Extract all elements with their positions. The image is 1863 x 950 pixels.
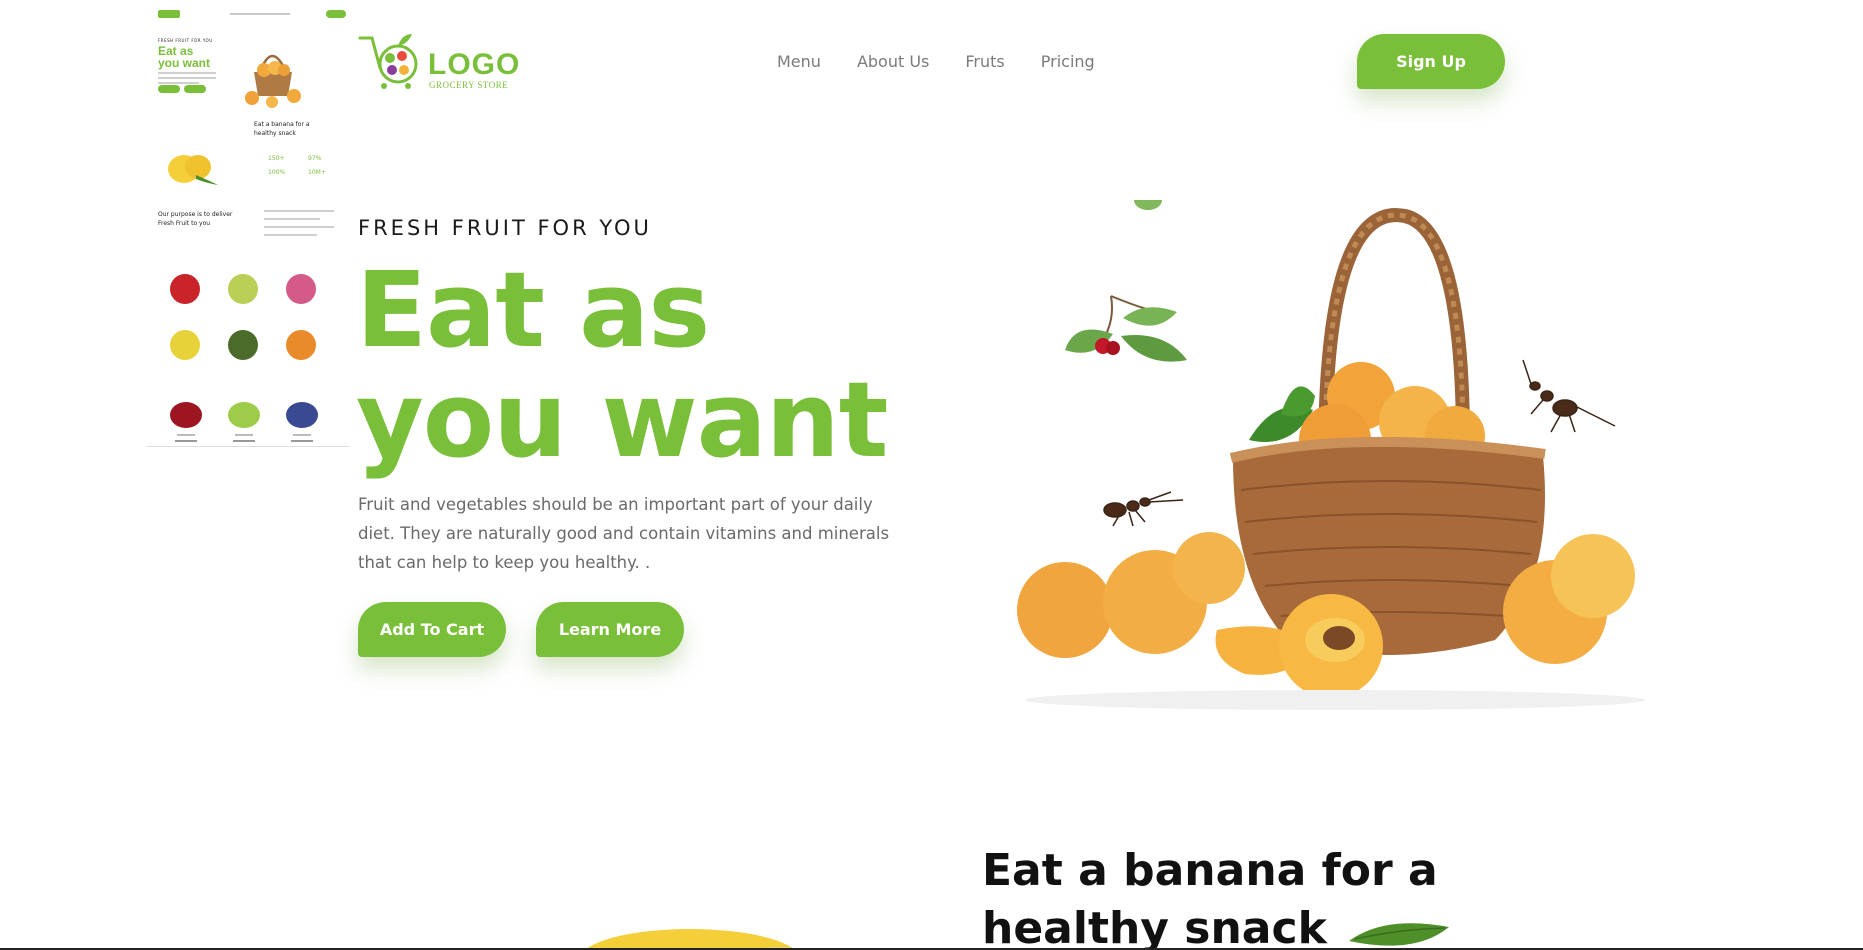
preview-signup-button (326, 10, 346, 18)
preview-pear (228, 274, 258, 304)
snack-title-line1: Eat a banana for a (982, 845, 1438, 896)
logo[interactable]: LOGO GROCERY STORE (358, 30, 519, 92)
hero-description: Fruit and vegetables should be an import… (358, 495, 890, 572)
preview-mango-image (168, 155, 218, 185)
logo-subtext: GROCERY STORE (429, 80, 509, 90)
nav-about-us[interactable]: About Us (857, 52, 929, 71)
ant-right (1522, 359, 1616, 433)
learn-more-button[interactable]: Learn More (536, 602, 684, 657)
preview-blueberries (286, 402, 318, 428)
basket-logo-icon (358, 34, 418, 89)
hero-kicker: FRESH FRUIT FOR YOU (358, 216, 652, 240)
signup-button[interactable]: Sign Up (1357, 34, 1505, 89)
preview-hero-title: Eat as you want (158, 44, 211, 70)
preview-starfruit (170, 330, 200, 360)
hero-title-line2: you want (356, 359, 888, 481)
preview-apple (170, 274, 200, 304)
preview-logo (158, 10, 180, 18)
preview-snack-title: Eat a banana for a healthy snack (254, 121, 310, 137)
add-to-cart-button[interactable]: Add To Cart (358, 602, 506, 657)
preview-navbar (158, 10, 346, 20)
preview-grapes (228, 402, 260, 428)
preview-dragonfruit (286, 274, 316, 304)
fruit-basket-image (1017, 200, 1645, 710)
leaf-decoration (1349, 923, 1449, 946)
preview-papaya (286, 330, 316, 360)
preview-cherries (170, 402, 202, 428)
preview-basket-image (245, 54, 301, 108)
preview-product-row (156, 398, 340, 446)
logo-text: LOGO (428, 48, 521, 81)
preview-nav-links (230, 13, 290, 15)
nav-menu[interactable]: Menu (777, 52, 821, 71)
preview-fruit-grid (156, 268, 340, 368)
cherry-sprig (1065, 200, 1187, 362)
preview-add-to-cart-button (158, 85, 180, 93)
preview-learn-more-button (184, 85, 206, 93)
preview-kicker: FRESH FRUIT FOR YOU (158, 38, 213, 43)
preview-purpose-list (264, 210, 334, 242)
main-nav: Menu About Us Fruts Pricing (777, 52, 1131, 71)
mango-image (585, 929, 804, 950)
ant-left (1103, 491, 1184, 527)
hero-title-line1: Eat as (356, 249, 710, 371)
preview-purpose-title: Our purpose is to deliver Fresh Fruit to… (158, 211, 233, 227)
nav-fruts[interactable]: Fruts (965, 52, 1004, 71)
hero-title: Eat as you want (356, 255, 888, 475)
nav-pricing[interactable]: Pricing (1041, 52, 1095, 71)
preview-stats: 150+ 97% 100% 10M+ (268, 155, 326, 176)
page-preview-thumbnail[interactable]: FRESH FRUIT FOR YOU Eat as you want Eat … (146, 0, 350, 447)
preview-avocado (228, 330, 258, 360)
